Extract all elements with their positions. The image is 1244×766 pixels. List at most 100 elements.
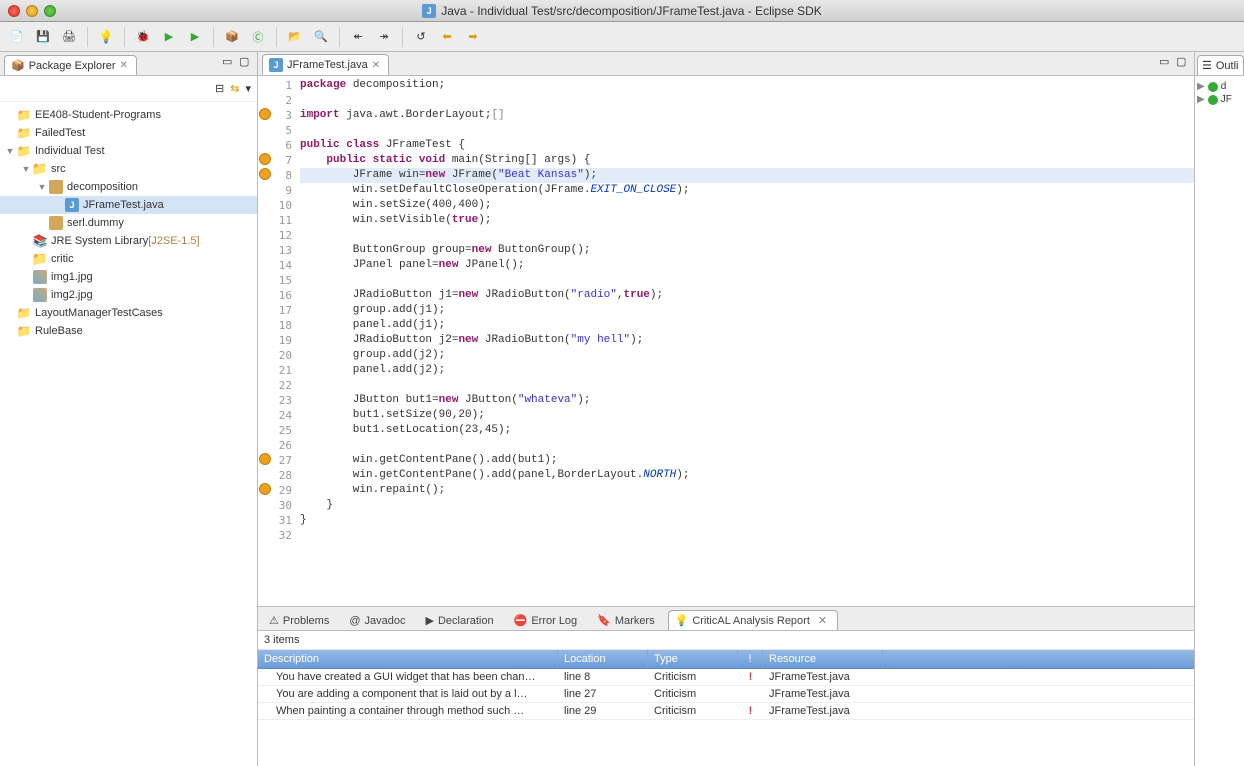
quickfix-icon[interactable] xyxy=(259,483,271,495)
annotation-next-button[interactable]: ↠ xyxy=(373,26,395,48)
code-line[interactable]: win.getContentPane().add(but1); xyxy=(300,453,1194,468)
tree-item[interactable]: 📁EE408-Student-Programs xyxy=(0,106,257,124)
code-line[interactable]: JRadioButton j2=new JRadioButton("my hel… xyxy=(300,333,1194,348)
code-line[interactable]: public class JFrameTest { xyxy=(300,138,1194,153)
tree-item[interactable]: 📁RuleBase xyxy=(0,322,257,340)
debug-button[interactable]: 🐞 xyxy=(132,26,154,48)
quickfix-icon[interactable] xyxy=(259,108,271,120)
code-line[interactable]: package decomposition; xyxy=(300,78,1194,93)
bulb-button[interactable]: 💡 xyxy=(95,26,117,48)
outline-view[interactable]: ▶d▶JF xyxy=(1195,76,1244,110)
code-line[interactable]: win.getContentPane().add(panel,BorderLay… xyxy=(300,468,1194,483)
code-line[interactable]: } xyxy=(300,498,1194,513)
col-type[interactable]: Type xyxy=(648,650,738,668)
open-type-button[interactable]: 📂 xyxy=(284,26,306,48)
code-editor[interactable]: package decomposition; import java.awt.Bo… xyxy=(296,76,1194,606)
outline-item[interactable]: ▶d xyxy=(1197,80,1242,93)
forward-button[interactable]: ➡ xyxy=(462,26,484,48)
code-line[interactable] xyxy=(300,228,1194,243)
bottom-tab[interactable]: ⚠Problems xyxy=(262,610,340,630)
code-line[interactable]: win.setDefaultCloseOperation(JFrame.EXIT… xyxy=(300,183,1194,198)
code-line[interactable]: group.add(j1); xyxy=(300,303,1194,318)
code-line[interactable]: JButton but1=new JButton("whateva"); xyxy=(300,393,1194,408)
col-resource[interactable]: Resource xyxy=(763,650,883,668)
outline-tab[interactable]: ☰ Outli xyxy=(1197,55,1244,75)
print-button[interactable]: 🖨 xyxy=(58,26,80,48)
bottom-tab[interactable]: 💡CriticAL Analysis Report✕ xyxy=(668,610,839,630)
tree-item[interactable]: img2.jpg xyxy=(0,286,257,304)
table-row[interactable]: You have created a GUI widget that has b… xyxy=(258,669,1194,686)
bottom-tab[interactable]: 🔖Markers xyxy=(590,610,665,630)
code-line[interactable]: win.repaint(); xyxy=(300,483,1194,498)
minimize-window-button[interactable] xyxy=(26,5,38,17)
minimize-view-icon[interactable]: ▭ xyxy=(222,55,236,69)
table-row[interactable]: When painting a container through method… xyxy=(258,703,1194,720)
tree-item[interactable]: JJFrameTest.java xyxy=(0,196,257,214)
code-line[interactable]: public static void main(String[] args) { xyxy=(300,153,1194,168)
tree-item[interactable]: ▼decomposition xyxy=(0,178,257,196)
col-bang[interactable]: ! xyxy=(738,650,763,668)
code-line[interactable]: win.setSize(400,400); xyxy=(300,198,1194,213)
chevron-right-icon[interactable]: ▶ xyxy=(1197,81,1205,92)
col-location[interactable]: Location xyxy=(558,650,648,668)
last-edit-button[interactable]: ↺ xyxy=(410,26,432,48)
link-editor-icon[interactable]: ⇆ xyxy=(230,82,239,95)
code-line[interactable]: JPanel panel=new JPanel(); xyxy=(300,258,1194,273)
close-icon[interactable]: ✕ xyxy=(372,60,380,71)
tree-item[interactable]: ▼📁Individual Test xyxy=(0,142,257,160)
collapse-all-icon[interactable]: ⊟ xyxy=(215,82,224,95)
close-icon[interactable]: ✕ xyxy=(120,60,128,71)
code-line[interactable] xyxy=(300,93,1194,108)
new-button[interactable]: 📄 xyxy=(6,26,28,48)
package-tree[interactable]: 📁EE408-Student-Programs📁FailedTest▼📁Indi… xyxy=(0,102,257,766)
chevron-down-icon[interactable]: ▼ xyxy=(36,182,48,192)
search-button[interactable]: 🔍 xyxy=(310,26,332,48)
code-line[interactable]: } xyxy=(300,513,1194,528)
view-menu-icon[interactable]: ▾ xyxy=(245,82,251,95)
tree-item[interactable]: 📁critic xyxy=(0,250,257,268)
run-button[interactable]: ▶ xyxy=(158,26,180,48)
editor-tab[interactable]: J JFrameTest.java ✕ xyxy=(262,54,389,75)
code-line[interactable] xyxy=(300,273,1194,288)
annotation-ruler[interactable] xyxy=(258,76,272,606)
chevron-right-icon[interactable]: ▶ xyxy=(1197,94,1205,105)
save-button[interactable]: 💾 xyxy=(32,26,54,48)
code-line[interactable]: win.setVisible(true); xyxy=(300,213,1194,228)
code-line[interactable]: but1.setSize(90,20); xyxy=(300,408,1194,423)
new-class-button[interactable]: Ⓒ xyxy=(247,26,269,48)
code-line[interactable] xyxy=(300,123,1194,138)
bottom-tab[interactable]: ▶Declaration xyxy=(419,610,505,630)
zoom-window-button[interactable] xyxy=(44,5,56,17)
back-button[interactable]: ⬅ xyxy=(436,26,458,48)
code-line[interactable] xyxy=(300,438,1194,453)
code-line[interactable]: JFrame win=new JFrame("Beat Kansas"); xyxy=(300,168,1194,183)
code-line[interactable]: ButtonGroup group=new ButtonGroup(); xyxy=(300,243,1194,258)
code-line[interactable]: import java.awt.BorderLayout;[] xyxy=(300,108,1194,123)
maximize-view-icon[interactable]: ▢ xyxy=(1176,55,1190,69)
close-window-button[interactable] xyxy=(8,5,20,17)
tree-item[interactable]: ▼📁src xyxy=(0,160,257,178)
tree-item[interactable]: 📁LayoutManagerTestCases xyxy=(0,304,257,322)
code-line[interactable] xyxy=(300,378,1194,393)
code-line[interactable] xyxy=(300,528,1194,543)
outline-item[interactable]: ▶JF xyxy=(1197,93,1242,106)
code-line[interactable]: panel.add(j2); xyxy=(300,363,1194,378)
tree-item[interactable]: serl.dummy xyxy=(0,214,257,232)
new-package-button[interactable]: 📦 xyxy=(221,26,243,48)
code-line[interactable]: JRadioButton j1=new JRadioButton("radio"… xyxy=(300,288,1194,303)
run-ext-button[interactable]: ▶ xyxy=(184,26,206,48)
tree-item[interactable]: img1.jpg xyxy=(0,268,257,286)
chevron-down-icon[interactable]: ▼ xyxy=(20,164,32,174)
package-explorer-tab[interactable]: 📦 Package Explorer ✕ xyxy=(4,55,137,75)
chevron-down-icon[interactable]: ▼ xyxy=(4,146,16,156)
quickfix-icon[interactable] xyxy=(259,168,271,180)
code-line[interactable]: but1.setLocation(23,45); xyxy=(300,423,1194,438)
annotation-prev-button[interactable]: ↞ xyxy=(347,26,369,48)
tree-item[interactable]: 📚JRE System Library [J2SE-1.5] xyxy=(0,232,257,250)
bottom-tab[interactable]: @Javadoc xyxy=(342,611,416,630)
table-row[interactable]: You are adding a component that is laid … xyxy=(258,686,1194,703)
maximize-view-icon[interactable]: ▢ xyxy=(239,55,253,69)
code-line[interactable]: group.add(j2); xyxy=(300,348,1194,363)
bottom-tab[interactable]: ⛔Error Log xyxy=(507,610,589,630)
code-line[interactable]: panel.add(j1); xyxy=(300,318,1194,333)
